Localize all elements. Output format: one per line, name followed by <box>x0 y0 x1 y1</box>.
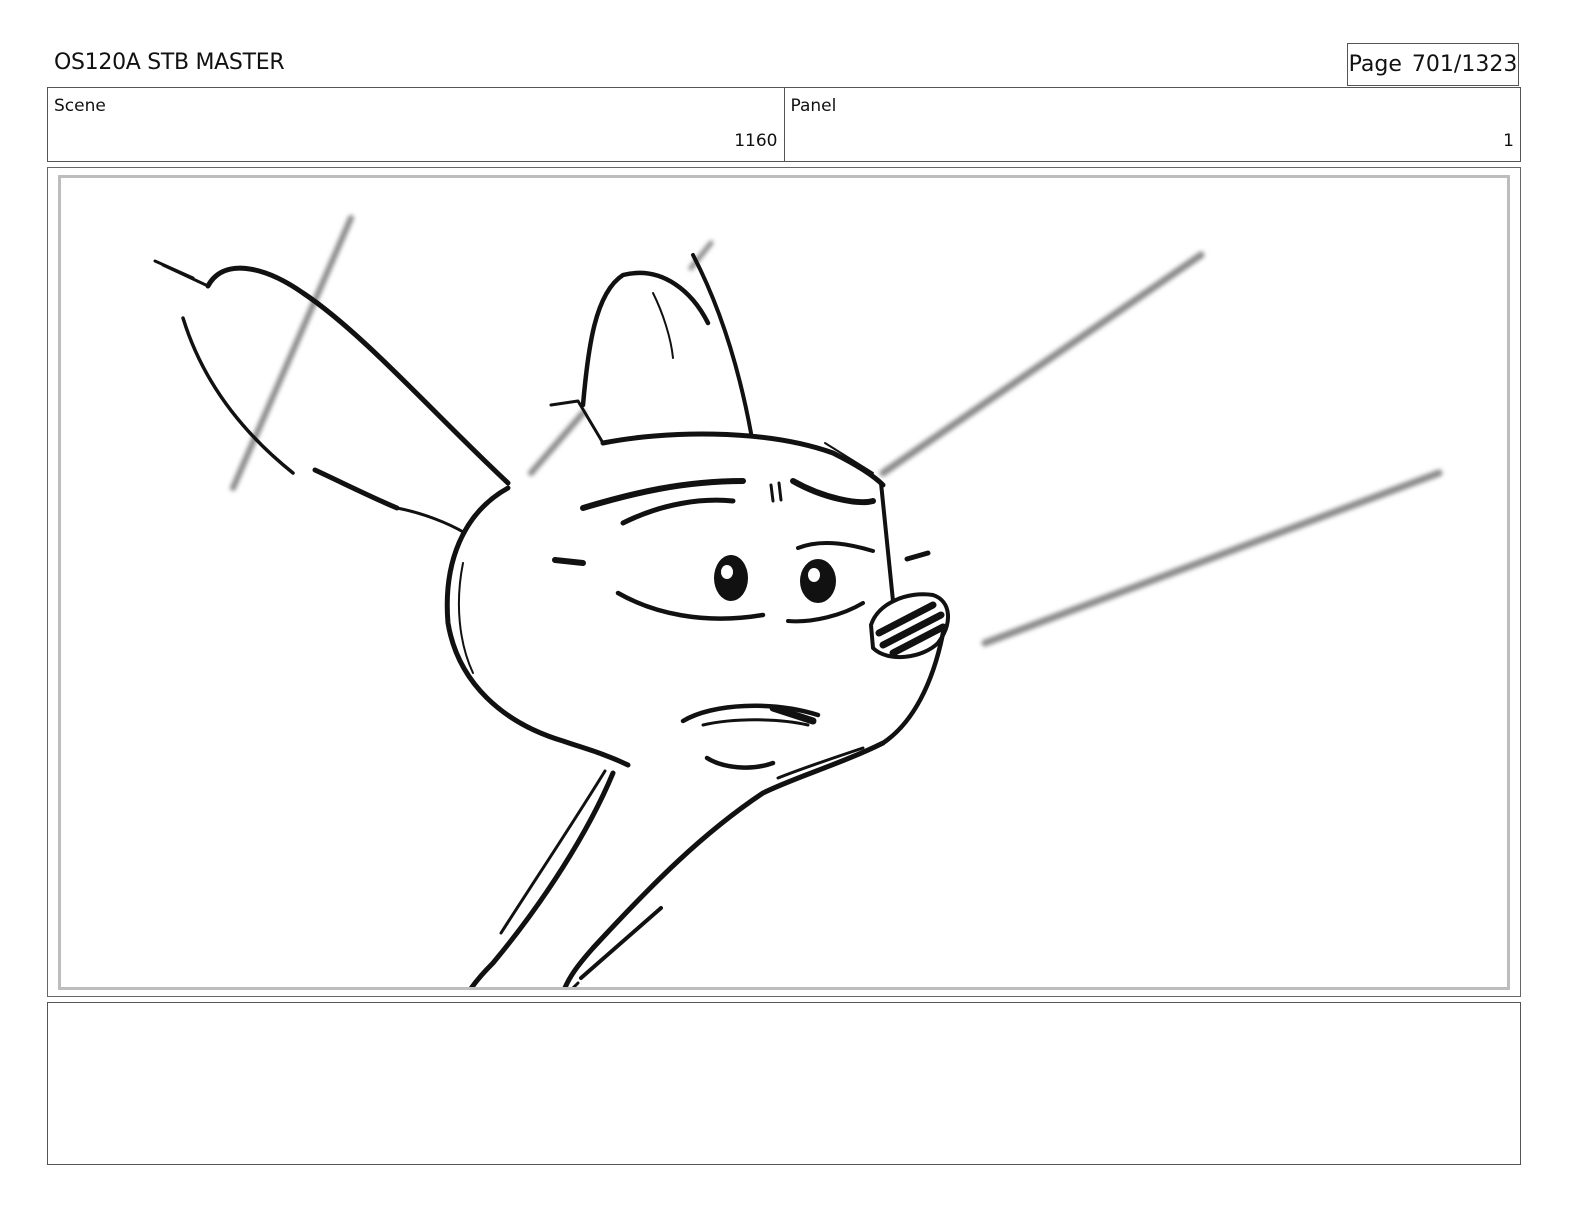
scene-panel-info-row: Scene 1160 Panel 1 <box>47 87 1521 162</box>
panel-label: Panel <box>790 96 837 116</box>
scene-value: 1160 <box>734 131 778 151</box>
panel-cell: Panel 1 <box>783 88 1521 161</box>
page-indicator: Page 701/1323 <box>1347 43 1519 86</box>
panel-image <box>58 175 1510 990</box>
scene-cell: Scene 1160 <box>48 88 784 161</box>
panel-value: 1 <box>1503 131 1514 151</box>
panel-notes-box <box>47 1002 1521 1165</box>
speed-lines <box>230 215 1443 647</box>
page-label: Page <box>1348 52 1402 77</box>
storyboard-sketch <box>153 215 1443 987</box>
scene-label: Scene <box>54 96 106 116</box>
document-title: OS120A STB MASTER <box>54 50 285 75</box>
page-number: 701/1323 <box>1411 52 1518 77</box>
character-sketch <box>153 253 951 987</box>
